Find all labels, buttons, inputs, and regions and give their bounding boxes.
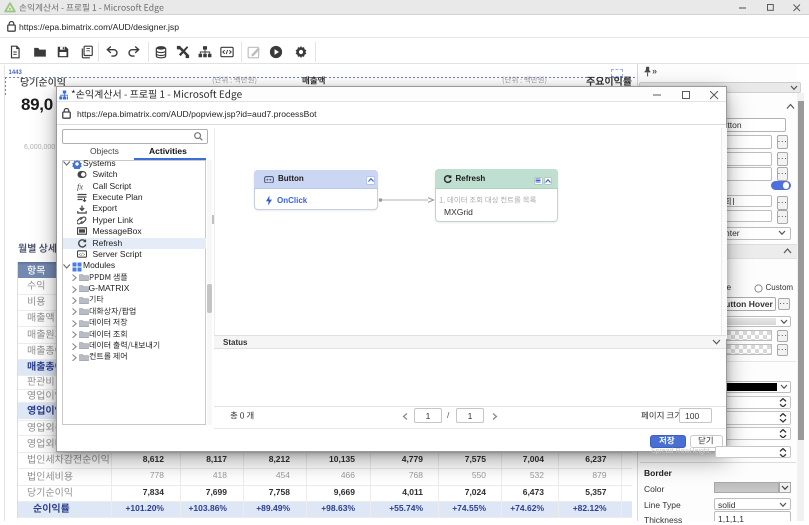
svg-text:</>: </> [79,252,86,257]
svg-text:fx: fx [77,182,83,191]
